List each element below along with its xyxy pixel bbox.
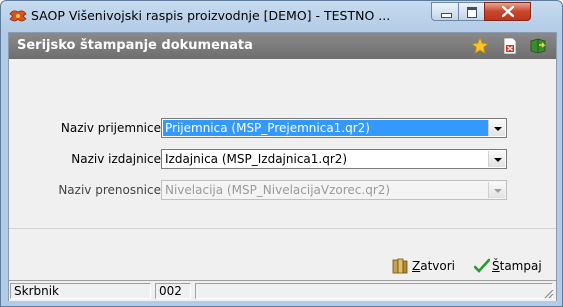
- print-button[interactable]: Štampaj: [474, 255, 552, 277]
- status-code: 002: [159, 284, 182, 298]
- books-close-icon: [392, 258, 408, 274]
- maximize-button[interactable]: [458, 2, 485, 21]
- receipt-label: Naziv prijemnice: [60, 121, 161, 135]
- minimize-icon: [441, 13, 452, 18]
- client-area: Serijsko štampanje dokumenata Naziv prij…: [8, 32, 557, 301]
- dropdown-arrow-button: [488, 182, 505, 198]
- close-button[interactable]: Zatvori: [391, 255, 471, 277]
- close-label: atvori: [420, 259, 456, 273]
- title-bar[interactable]: SAOP Višenivojski raspis proizvodnje [DE…: [1, 1, 562, 31]
- chevron-down-icon: [494, 158, 502, 162]
- transfer-value: Nivelacija (MSP_NivelacijaVzorec.qr2): [165, 183, 391, 197]
- close-window-button[interactable]: [484, 2, 531, 21]
- divider: [9, 228, 556, 229]
- issue-value: Izdajnica (MSP_Izdajnica1.qr2): [165, 152, 348, 166]
- status-panel-code: 002: [155, 283, 191, 299]
- chevron-down-icon: [494, 127, 502, 131]
- window-title: SAOP Višenivojski raspis proizvodnje [DE…: [31, 8, 391, 23]
- checkmark-icon: [474, 258, 490, 273]
- pdf-document-icon[interactable]: [501, 37, 519, 55]
- print-label: tampaj: [499, 259, 542, 273]
- dialog-title: Serijsko štampanje dokumenata: [17, 38, 253, 53]
- maximize-icon: [467, 7, 477, 18]
- application-window: SAOP Višenivojski raspis proizvodnje [DE…: [0, 0, 563, 307]
- minimize-button[interactable]: [431, 2, 459, 21]
- status-panel-user: Skrbnik: [10, 283, 151, 299]
- book-exit-icon[interactable]: [529, 37, 547, 55]
- chevron-down-icon: [494, 189, 502, 193]
- dialog-header: Serijsko štampanje dokumenata: [9, 33, 556, 59]
- resize-grip-icon[interactable]: [542, 287, 554, 299]
- close-icon: [502, 6, 514, 17]
- print-mnemonic: Š: [492, 259, 500, 273]
- issue-row: Naziv izdajnice Izdajnica (MSP_Izdajnica…: [9, 149, 556, 169]
- transfer-label: Naziv prenosnice: [58, 183, 161, 197]
- transfer-row: Naziv prenosnice Nivelacija (MSP_Nivelac…: [9, 180, 556, 200]
- status-panel-extra: [195, 283, 553, 299]
- receipt-row: Naziv prijemnice Prijemnica (MSP_Prejemn…: [9, 118, 556, 138]
- issue-dropdown[interactable]: Izdajnica (MSP_Izdajnica1.qr2): [161, 149, 507, 169]
- issue-label: Naziv izdajnice: [71, 152, 161, 166]
- star-icon[interactable]: [471, 37, 489, 55]
- app-logo-icon: [9, 10, 27, 22]
- transfer-dropdown: Nivelacija (MSP_NivelacijaVzorec.qr2): [161, 180, 507, 200]
- status-user: Skrbnik: [14, 284, 60, 298]
- status-bar: Skrbnik 002: [9, 280, 556, 301]
- close-mnemonic: Z: [412, 259, 421, 273]
- dropdown-arrow-button[interactable]: [488, 120, 505, 136]
- receipt-value: Prijemnica (MSP_Prejemnica1.qr2): [165, 121, 370, 135]
- receipt-dropdown[interactable]: Prijemnica (MSP_Prejemnica1.qr2): [161, 118, 507, 138]
- dropdown-arrow-button[interactable]: [488, 151, 505, 167]
